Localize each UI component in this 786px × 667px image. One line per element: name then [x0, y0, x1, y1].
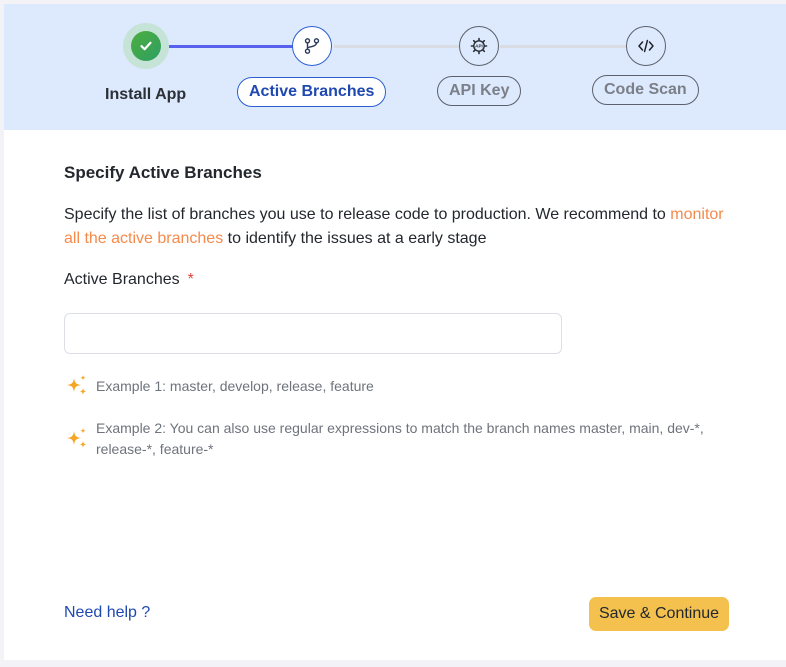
svg-text:API: API	[475, 44, 483, 49]
sparkle-icon	[67, 375, 87, 395]
code-icon	[638, 39, 654, 53]
step-label-api-key[interactable]: API Key	[437, 76, 522, 106]
example-text: Example 1: master, develop, release, fea…	[96, 377, 374, 394]
check-icon	[140, 41, 152, 51]
save-continue-button[interactable]: Save & Continue	[589, 597, 729, 631]
description-text-end: to identify the issues at a early stage	[223, 230, 487, 247]
example-text: Example 2: You can also use regular expr…	[96, 420, 704, 457]
active-branches-input[interactable]	[64, 313, 562, 354]
example-hint: Example 2: You can also use regular expr…	[64, 418, 734, 460]
step-code-scan-indicator[interactable]	[626, 26, 666, 66]
progress-stepper: Install App Active Branches API API Key …	[4, 4, 786, 130]
step-connector-pending	[334, 45, 460, 48]
step-active-branches-indicator[interactable]	[292, 26, 332, 66]
required-marker: *	[187, 271, 194, 288]
section-title: Specify Active Branches	[64, 163, 262, 182]
step-connector-pending	[500, 45, 626, 48]
step-label-active-branches[interactable]: Active Branches	[237, 77, 387, 107]
api-gear-icon: API	[470, 37, 488, 55]
field-label-text: Active Branches	[64, 271, 180, 288]
active-branches-label: Active Branches *	[64, 271, 194, 289]
description-text: Specify the list of branches you use to …	[64, 206, 671, 223]
example-hint: Example 1: master, develop, release, fea…	[64, 373, 374, 399]
step-complete-badge	[131, 31, 161, 61]
step-label-install-app[interactable]: Install App	[105, 86, 186, 104]
need-help-link[interactable]: Need help ?	[64, 604, 150, 622]
step-label-code-scan[interactable]: Code Scan	[592, 75, 699, 105]
sparkle-icon	[67, 428, 87, 448]
section-description: Specify the list of branches you use to …	[64, 203, 744, 251]
step-connector-complete	[169, 45, 295, 48]
git-branch-icon	[304, 38, 320, 54]
step-install-app-indicator[interactable]	[123, 23, 169, 69]
onboarding-page: Install App Active Branches API API Key …	[4, 4, 786, 660]
step-api-key-indicator[interactable]: API	[459, 26, 499, 66]
